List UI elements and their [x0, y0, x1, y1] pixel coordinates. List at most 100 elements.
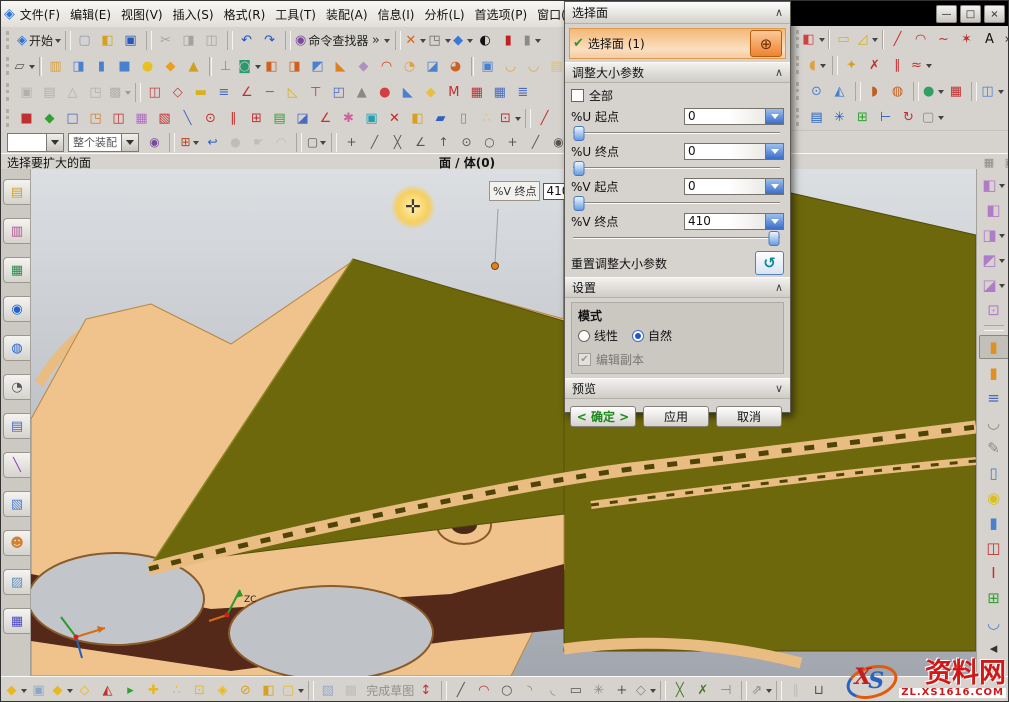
wand-icon[interactable]: ╲ [3, 452, 30, 478]
paste-icon[interactable]: ◫ [201, 30, 224, 51]
mold-tools-icon[interactable]: ⊡ [980, 299, 1008, 321]
status-window-icon[interactable]: ▣ [1001, 155, 1009, 169]
web-browser-icon[interactable]: ◍ [3, 335, 30, 361]
dialog-section-select-face[interactable]: 选择面 ∧ [565, 2, 790, 24]
insert-icon[interactable]: I [980, 562, 1008, 584]
part-red-icon[interactable]: ▮ [498, 30, 521, 51]
boss-icon[interactable]: ⊥ [215, 56, 238, 77]
parameter-spinbox[interactable]: 0 [684, 108, 784, 125]
undo-icon[interactable]: ↶ [236, 30, 259, 51]
folder-icon[interactable]: ◧ [407, 108, 430, 129]
lines-icon[interactable]: ≣ [512, 82, 535, 103]
snap-intersection-icon[interactable]: ╳ [386, 133, 409, 152]
finder-icon[interactable]: ◉ [143, 133, 166, 152]
ok-button[interactable]: < 确定 > [570, 406, 636, 427]
parameter-slider[interactable] [573, 231, 780, 244]
spinner-arrow-icon[interactable] [765, 179, 783, 194]
box-select-icon[interactable]: ▢ [921, 107, 945, 128]
cut-icon[interactable]: ✂ [155, 30, 178, 51]
prism-icon[interactable]: ◆ [160, 56, 183, 77]
palette-icon[interactable]: ▦ [131, 108, 154, 129]
grid-icon[interactable]: ▦ [489, 82, 512, 103]
parameter-spinbox[interactable]: 0 [684, 178, 784, 195]
display-part-icon[interactable]: ■ [16, 108, 39, 129]
all-checkbox[interactable] [571, 89, 584, 102]
dropdown-arrow-icon[interactable] [121, 134, 138, 151]
book-icon[interactable]: ◫ [108, 108, 131, 129]
view-op-1-icon[interactable]: ▣ [16, 82, 39, 103]
bowtie-icon[interactable]: ▧ [154, 108, 177, 129]
profile-arc-icon[interactable]: ◠ [473, 680, 496, 701]
collapse-arrow-icon[interactable]: ∧ [775, 6, 783, 19]
quick-trim-icon[interactable]: ╳ [669, 680, 692, 701]
drag-handle-point[interactable] [492, 263, 499, 270]
copy-icon[interactable]: ◨ [178, 30, 201, 51]
new-file-icon[interactable]: ▢ [74, 30, 97, 51]
brush-icon[interactable]: ▰ [430, 108, 453, 129]
line-icon[interactable]: ╱ [887, 29, 910, 50]
selected-face-row[interactable]: ✔ 选择面 (1) ⊕ [569, 28, 786, 59]
cylinder-icon[interactable]: ▮ [91, 56, 114, 77]
close-button[interactable]: × [984, 5, 1005, 23]
view-cube-icon[interactable]: ◆ [452, 30, 475, 51]
apply-button[interactable]: 应用 [643, 406, 709, 427]
green-diamond-icon[interactable]: ◆ [39, 108, 62, 129]
diagonal-icon[interactable]: ╲ [177, 108, 200, 129]
assembly-constraints-icon[interactable]: ▣ [28, 680, 51, 701]
mold-base-icon[interactable]: ▯ [980, 462, 1008, 484]
part-gray-icon[interactable]: ▮ [521, 30, 544, 51]
roles-icon[interactable]: ☻ [3, 530, 30, 556]
ejector-icon[interactable]: ▮ [980, 512, 1008, 534]
delete-icon[interactable]: ✕ [384, 108, 407, 129]
sphere-surface-icon[interactable]: ● [922, 81, 945, 102]
library-icon[interactable]: ▦ [3, 257, 30, 283]
cyan-square-icon[interactable]: ▣ [361, 108, 384, 129]
standard-part-icon[interactable]: ⊞ [980, 587, 1008, 609]
square-diag-icon[interactable]: ◪ [292, 108, 315, 129]
setsquare-icon[interactable]: ◺ [282, 82, 305, 103]
wcs-icon[interactable]: □ [62, 108, 85, 129]
flower-icon[interactable]: ✱ [338, 108, 361, 129]
datum-csys-icon[interactable]: ◨ [68, 56, 91, 77]
menu-item[interactable]: 首选项(P) [470, 3, 533, 26]
view-op-3-icon[interactable]: △ [62, 82, 85, 103]
lasso-icon[interactable]: ◠ [270, 133, 293, 152]
snap-point2-icon[interactable]: + [501, 133, 524, 152]
polygon-icon[interactable]: ✳ [588, 680, 611, 701]
show-constraints-icon[interactable]: ⊔ [808, 680, 831, 701]
orient-icon[interactable]: ◳ [85, 108, 108, 129]
w-box-icon[interactable]: ◰ [328, 82, 351, 103]
arc-icon[interactable]: ◠ [910, 29, 933, 50]
grid-surface-icon[interactable]: ▦ [945, 81, 968, 102]
circular-pattern-icon[interactable]: ✳ [829, 107, 852, 128]
sketch-orient-icon[interactable]: ↕ [415, 680, 438, 701]
page-icon[interactable]: ▯ [453, 108, 476, 129]
text-icon[interactable]: A [979, 29, 1002, 50]
restore-button[interactable]: □ [960, 5, 981, 23]
mold-dir-icon[interactable]: ◧ [980, 199, 1008, 221]
start-menu-button[interactable]: ◈开始 [16, 30, 62, 51]
graphics-viewport[interactable]: ZC %V 终点 410 ✛ [31, 169, 976, 676]
menu-item[interactable]: 窗口(O) [532, 3, 567, 26]
open-file-icon[interactable]: ◧ [97, 30, 120, 51]
red-lines-icon[interactable]: ∥ [223, 108, 246, 129]
parting-design-icon[interactable]: ▮ [979, 335, 1009, 359]
view-op-4-icon[interactable]: ◳ [85, 82, 108, 103]
plane-icon[interactable]: ◭ [829, 81, 852, 102]
measure-angle-icon[interactable]: ◿ [856, 29, 879, 50]
triangle-icon[interactable]: ◣ [397, 82, 420, 103]
slider-lifter-icon[interactable]: ◫ [980, 537, 1008, 559]
wave-link-icon[interactable]: ▸ [120, 680, 143, 701]
level-icon[interactable]: ─ [259, 82, 282, 103]
sphere-select-icon[interactable]: ● [224, 133, 247, 152]
sketch-task-icon[interactable]: ▧ [317, 680, 340, 701]
rotate-icon[interactable]: ↻ [898, 107, 921, 128]
snap-endpoint-icon[interactable]: ╱ [363, 133, 386, 152]
dropdown-arrow-icon[interactable] [46, 134, 63, 151]
snap-midpoint-icon[interactable]: + [340, 133, 363, 152]
minimize-button[interactable]: — [936, 5, 957, 23]
profile-line-icon[interactable]: ╱ [450, 680, 473, 701]
snap-center-icon[interactable]: ⊙ [455, 133, 478, 152]
menu-item[interactable]: 分析(L) [419, 3, 469, 26]
substitute-icon[interactable]: ▢ [281, 680, 305, 701]
